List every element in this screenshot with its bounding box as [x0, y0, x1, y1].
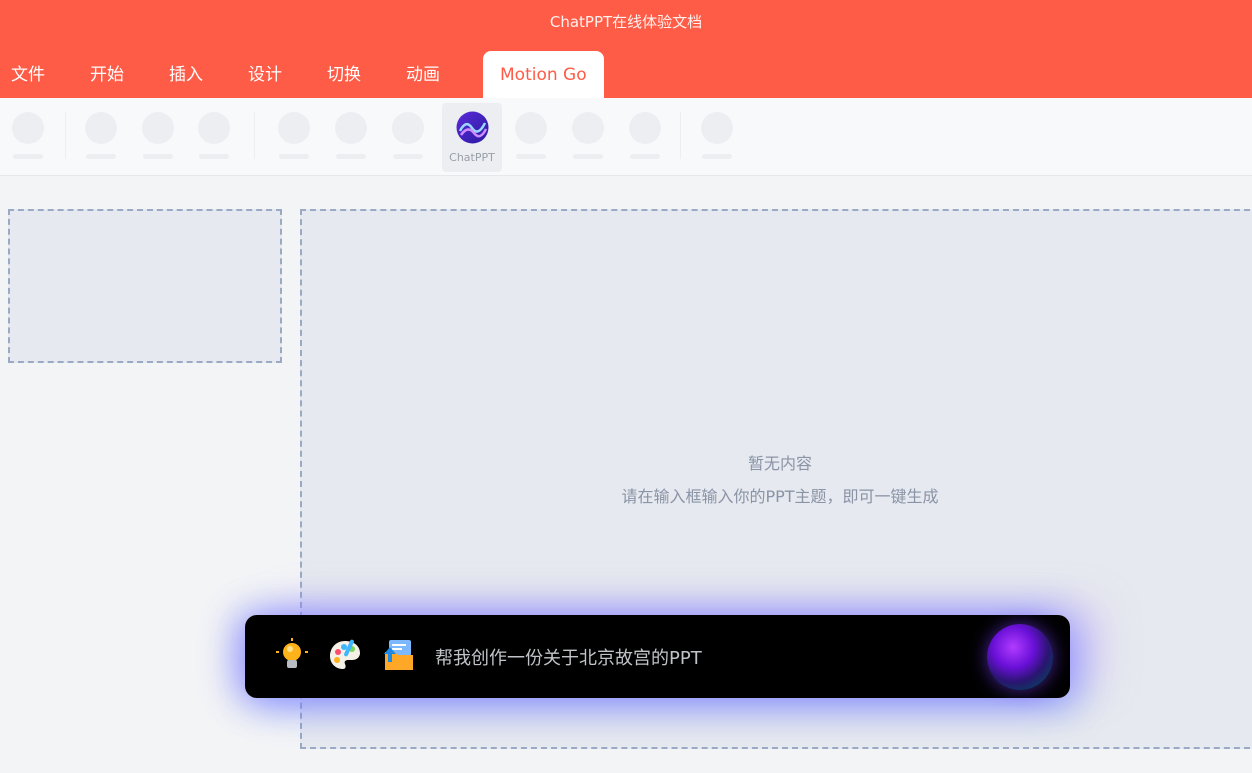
toolbar-button-placeholder[interactable] — [571, 112, 605, 162]
palette-icon[interactable] — [327, 637, 363, 673]
toolbar-button-placeholder[interactable] — [700, 112, 734, 162]
toolbar-divider — [254, 112, 255, 159]
toolbar-button-placeholder[interactable] — [84, 112, 118, 162]
ribbon-tabs: 文件 开始 插入 设计 切换 动画 Motion Go — [0, 51, 627, 98]
toolbar-button-placeholder[interactable] — [628, 112, 662, 162]
toolbar-divider — [65, 112, 66, 159]
empty-state-title: 暂无内容 — [747, 454, 812, 473]
app-title: ChatPPT在线体验文档 — [549, 13, 703, 31]
ai-orb-icon[interactable] — [987, 624, 1053, 690]
lightbulb-icon[interactable] — [274, 637, 310, 673]
tab-file[interactable]: 文件 — [0, 51, 56, 98]
tab-motion-go[interactable]: Motion Go — [483, 51, 604, 98]
toolbar-button-placeholder[interactable] — [11, 112, 45, 162]
toolbar-button-placeholder[interactable] — [277, 112, 311, 162]
tab-animations[interactable]: 动画 — [395, 51, 451, 98]
toolbar-button-placeholder[interactable] — [141, 112, 175, 162]
toolbar-button-placeholder[interactable] — [197, 112, 231, 162]
ribbon-toolbar — [0, 98, 1252, 176]
chatppt-button[interactable]: ChatPPT — [442, 103, 502, 172]
toolbar-divider — [680, 112, 681, 159]
folder-upload-icon[interactable] — [380, 637, 416, 673]
tab-design[interactable]: 设计 — [237, 51, 293, 98]
chatppt-logo-icon — [456, 111, 489, 144]
tab-insert[interactable]: 插入 — [158, 51, 214, 98]
toolbar-button-placeholder[interactable] — [391, 112, 425, 162]
chatppt-label: ChatPPT — [449, 151, 495, 164]
prompt-bar: 帮我创作一份关于北京故宫的PPT — [245, 615, 1070, 698]
tab-home[interactable]: 开始 — [79, 51, 135, 98]
prompt-input[interactable]: 帮我创作一份关于北京故宫的PPT — [435, 644, 702, 670]
slide-thumbnail[interactable] — [8, 209, 282, 363]
toolbar-button-placeholder[interactable] — [514, 112, 548, 162]
toolbar-button-placeholder[interactable] — [334, 112, 368, 162]
empty-state-hint: 请在输入框输入你的PPT主题，即可一键生成 — [621, 487, 939, 506]
tab-transitions[interactable]: 切换 — [316, 51, 372, 98]
title-bar: ChatPPT在线体验文档 文件 开始 插入 设计 切换 动画 Motion G… — [0, 0, 1252, 98]
